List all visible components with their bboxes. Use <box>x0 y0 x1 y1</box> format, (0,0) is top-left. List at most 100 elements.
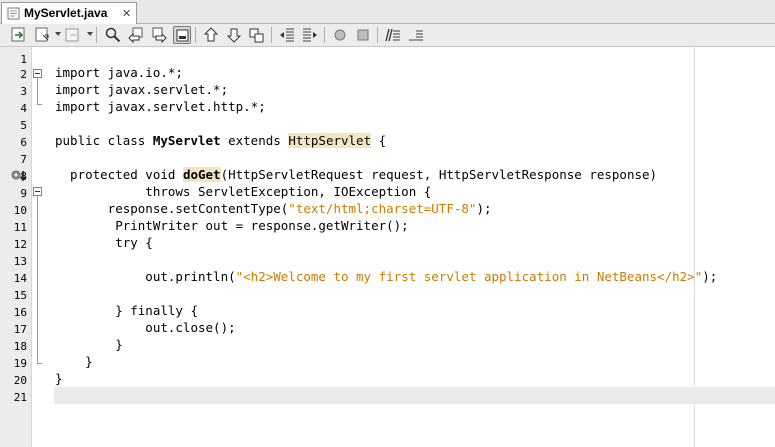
toolbar-separator <box>271 27 272 43</box>
code-line-16: } finally { <box>55 303 198 318</box>
next-bookmark-button[interactable] <box>225 26 243 44</box>
bookmark-icon <box>249 28 264 43</box>
find-previous-button[interactable] <box>127 26 145 44</box>
code-line-11: PrintWriter out = response.getWriter(); <box>55 218 409 233</box>
line-number: 12 <box>13 238 27 251</box>
line-number: 17 <box>13 323 27 336</box>
shift-right-icon <box>303 28 317 42</box>
tab-label: MyServlet.java <box>24 6 108 20</box>
find-next-icon <box>152 27 167 44</box>
keyword: extends <box>220 133 289 148</box>
statement: out.println( <box>55 269 236 284</box>
code-line-2: import java.io.*; <box>55 65 183 80</box>
method-name: doGet <box>182 167 221 182</box>
statement-end: ); <box>702 269 718 284</box>
shift-right-button[interactable] <box>301 26 319 44</box>
statement: response.setContentType( <box>55 201 289 216</box>
line-number: 18 <box>13 340 27 353</box>
editor-toolbar <box>0 24 775 47</box>
toolbar-separator <box>195 27 196 43</box>
code-line-9: throws ServletException, IOException { <box>55 184 432 199</box>
parameters: (HttpServletRequest request, HttpServlet… <box>220 167 658 182</box>
stop-icon <box>357 29 369 41</box>
line-number: 5 <box>20 119 27 132</box>
history-button[interactable] <box>34 26 52 44</box>
find-previous-icon <box>128 27 143 44</box>
string-literal: "text/html;charset=UTF-8" <box>288 201 477 216</box>
uncomment-button[interactable] <box>407 26 425 44</box>
toggle-bookmark-button[interactable] <box>248 26 266 44</box>
stop-macro-button[interactable] <box>354 26 372 44</box>
forward-button[interactable] <box>64 26 82 44</box>
toolbar-separator <box>96 27 97 43</box>
override-annotation-icon[interactable] <box>11 169 27 183</box>
line-number: 21 <box>13 391 27 404</box>
line-number: 13 <box>13 255 27 268</box>
line-number: 10 <box>13 204 27 217</box>
statement-end: ); <box>476 201 492 216</box>
comment-icon <box>385 28 400 42</box>
code-line-3: import javax.servlet.*; <box>55 82 229 97</box>
line-number: 4 <box>20 102 27 115</box>
toolbar-separator <box>324 27 325 43</box>
current-line-highlight <box>54 387 775 404</box>
fold-guide <box>37 196 38 363</box>
code-line-14: out.println("<h2>Welcome to my first ser… <box>55 268 717 285</box>
code-line-4: import javax.servlet.http.*; <box>55 99 266 114</box>
string-literal: "<h2>Welcome to my first servlet applica… <box>235 269 703 284</box>
fold-guide-end <box>37 104 42 105</box>
tab-myservlet-java[interactable]: MyServlet.java ✕ <box>1 2 137 24</box>
fold-toggle-imports[interactable] <box>33 69 42 78</box>
code-line-18: } <box>55 337 123 352</box>
line-number: 11 <box>13 221 27 234</box>
line-number: 2 <box>20 68 27 81</box>
close-icon[interactable]: ✕ <box>122 7 131 20</box>
line-number: 16 <box>13 306 27 319</box>
line-number: 3 <box>20 85 27 98</box>
arrow-up-icon <box>203 27 219 42</box>
code-line-12: try { <box>55 235 153 250</box>
fold-guide <box>37 78 38 104</box>
line-number: 19 <box>13 357 27 370</box>
start-macro-button[interactable] <box>331 26 349 44</box>
toggle-highlight-button[interactable] <box>173 26 191 44</box>
find-next-button[interactable] <box>150 26 168 44</box>
editor-tab-bar: MyServlet.java ✕ <box>0 0 775 24</box>
keyword: protected void <box>55 167 183 182</box>
uncomment-icon <box>409 30 423 41</box>
line-number: 9 <box>20 187 27 200</box>
code-line-19: } <box>55 354 93 369</box>
fold-toggle-method[interactable] <box>33 187 42 196</box>
line-number: 6 <box>20 136 27 149</box>
find-icon <box>105 27 121 43</box>
toolbar-separator <box>377 27 378 43</box>
line-number: 15 <box>13 289 27 302</box>
chevron-down-icon[interactable] <box>55 32 61 36</box>
shift-left-icon <box>280 28 294 42</box>
line-number: 14 <box>13 272 27 285</box>
code-line-20: } <box>55 371 63 386</box>
class-name: MyServlet <box>152 133 221 148</box>
brace: { <box>371 133 387 148</box>
find-button[interactable] <box>104 26 122 44</box>
fold-guide-end <box>37 363 42 364</box>
code-line-8: protected void doGet(HttpServletRequest … <box>55 166 657 183</box>
back-to-last-edit-button[interactable] <box>10 26 28 44</box>
forward-icon <box>65 28 79 42</box>
source-icon <box>11 27 25 42</box>
highlight-icon <box>176 29 189 42</box>
superclass-name: HttpServlet <box>288 133 372 148</box>
record-icon <box>334 29 346 41</box>
chevron-down-icon[interactable] <box>87 32 93 36</box>
previous-bookmark-button[interactable] <box>202 26 220 44</box>
code-line-10: response.setContentType("text/html;chars… <box>55 200 492 217</box>
java-file-icon <box>7 7 20 20</box>
keyword: public class <box>55 133 153 148</box>
line-number: 7 <box>20 153 27 166</box>
arrow-down-icon <box>226 28 242 43</box>
history-icon <box>35 27 49 42</box>
shift-left-button[interactable] <box>278 26 296 44</box>
comment-button[interactable] <box>384 26 402 44</box>
line-number: 20 <box>13 374 27 387</box>
code-line-17: out.close(); <box>55 320 236 335</box>
